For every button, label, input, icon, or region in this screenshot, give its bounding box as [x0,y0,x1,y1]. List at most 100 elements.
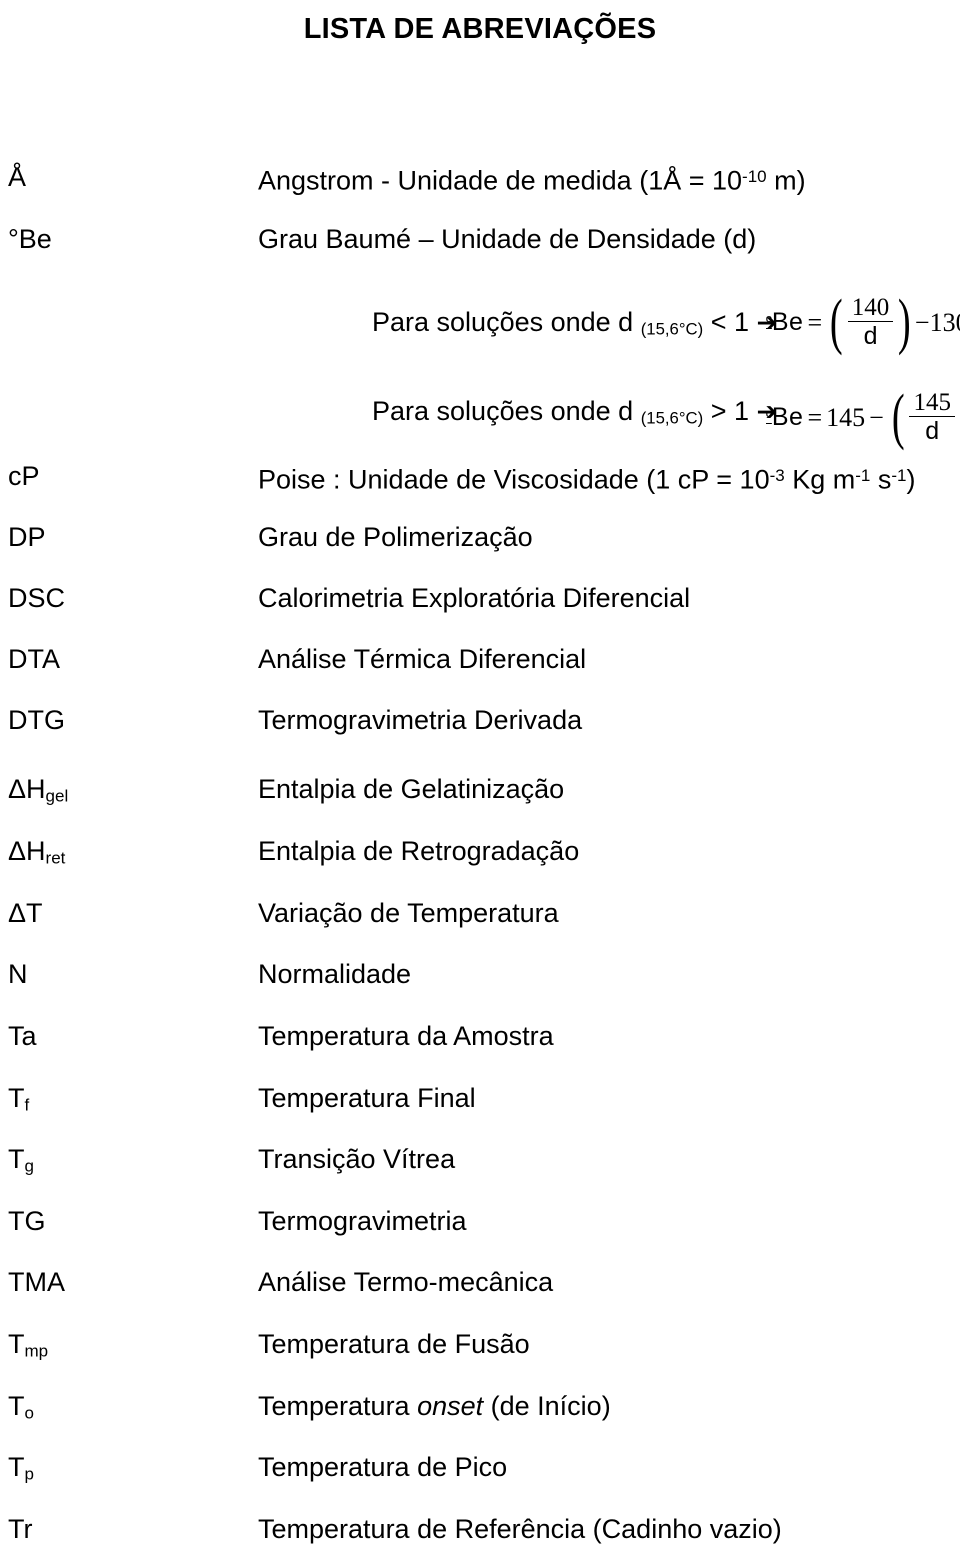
abbreviation-term: DTG [8,705,65,735]
fraction: 140 d [847,293,894,351]
term-base: ΔH [8,836,46,866]
term-base: T [8,1144,25,1174]
term-subscript: g [24,1156,34,1176]
definition-tail: m) [766,165,806,196]
term-subscript: p [24,1464,34,1484]
term-subscript: o [24,1403,34,1423]
abbreviation-term: Tf [8,1081,29,1123]
formula-lead: Para soluções onde d [372,396,641,426]
abbreviation-definition: Calorimetria Exploratória Diferencial [258,583,691,613]
abbreviation-definition: Normalidade [258,959,412,989]
formula-lead: Para soluções onde d [372,307,641,337]
abbreviation-definition: Temperatura de Fusão [258,1329,530,1359]
abbreviation-definition: Grau de Polimerização [258,522,533,552]
abbreviation-definition: Transição Vítrea [258,1144,456,1174]
formula-comparator: > 1 [703,396,757,426]
definition-italic-term: onset [417,1391,484,1421]
abbreviation-definition: Entalpia de Gelatinização [258,774,565,804]
abbreviation-row: N Normalidade [0,957,960,997]
abbreviation-term: °Be [8,224,52,254]
baume-formula-row: Para soluções onde d (15,6°C) < 1 ➔ º Be =… [0,291,960,383]
abbreviation-term: Tg [8,1142,34,1184]
abbreviation-row: TG Termogravimetria [0,1204,960,1244]
abbreviation-definition: Poise : Unidade de Viscosidade (1 cP = 1… [258,459,916,497]
abbreviation-definition: Temperatura de Referência (Cadinho vazio… [258,1514,782,1544]
open-paren: ( [830,288,843,356]
formula-constant: 130 [929,307,960,337]
abbreviation-row: Tp Temperatura de Pico [0,1450,960,1490]
abbreviation-row: To Temperatura onset (de Início) [0,1389,960,1429]
term-subscript: gel [45,786,69,806]
abbreviation-term: ΔHgel [8,772,68,814]
abbreviation-definition: Temperatura da Amostra [258,1021,554,1051]
definition-text: Poise : Unidade de Viscosidade (1 cP = 1… [258,464,770,495]
abbreviation-definition: Entalpia de Retrogradação [258,836,580,866]
abbreviation-row: TMA Análise Termo-mecânica [0,1265,960,1305]
abbreviation-term: Å [8,162,27,192]
term-base: T [8,1452,25,1482]
minus-operator: − [869,402,884,432]
abbreviation-term: DTA [8,644,60,674]
abbreviation-row: Ta Temperatura da Amostra [0,1019,960,1059]
term-subscript: f [24,1095,30,1115]
abbreviation-term: N [8,959,28,989]
document-page: LISTA DE ABREVIAÇÕES Å Angstrom - Unidad… [0,0,960,1557]
abbreviation-row: Tf Temperatura Final [0,1081,960,1121]
definition-suffix: (de Início) [483,1391,611,1421]
unit-kg-m: Kg m [784,464,856,495]
abbreviation-term: Tr [8,1514,33,1544]
abbreviation-term: To [8,1389,34,1431]
baume-symbol: Be [771,403,804,432]
minus-operator: − [914,307,930,337]
formula-subscript-condition: (15,6°C) [640,319,704,339]
fraction-numerator: 140 [851,293,890,321]
formula-condition-text: Para soluções onde d (15,6°C) < 1 ➔ [372,305,777,346]
close-paren: ) [898,288,911,356]
abbreviation-term: Tp [8,1450,34,1492]
term-base: T [8,1083,25,1113]
definition-prefix: Temperatura [258,1391,418,1421]
abbreviation-definition: Grau Baumé – Unidade de Densidade (d) [258,224,757,254]
closing-paren: ) [906,464,916,495]
abbreviation-row: Tg Transição Vítrea [0,1142,960,1182]
abbreviation-row: DTG Termogravimetria Derivada [0,703,960,743]
term-subscript: mp [24,1341,49,1361]
abbreviation-row: DP Grau de Polimerização [0,520,960,560]
equals-sign: = [807,307,823,337]
definition-text: Angstrom - Unidade de medida (1Å = 10 [258,165,743,196]
abbreviation-definition: Angstrom - Unidade de medida (1Å = 10-10… [258,160,806,198]
formula-condition-text: Para soluções onde d (15,6°C) > 1 ➔ [372,394,777,435]
fraction-numerator: 145 [913,388,951,416]
abbreviation-row: DSC Calorimetria Exploratória Diferencia… [0,581,960,621]
term-base: ΔH [8,774,46,804]
abbreviation-term: TMA [8,1267,65,1297]
abbreviation-definition: Temperatura de Pico [258,1452,508,1482]
abbreviation-term: DP [8,522,46,552]
abbreviation-definition: Temperatura Final [258,1083,476,1113]
abbreviation-row: Tmp Temperatura de Fusão [0,1327,960,1367]
abbreviation-row: DTA Análise Térmica Diferencial [0,642,960,682]
abbreviation-definition: Análise Térmica Diferencial [258,644,587,674]
abbreviation-row: ΔHgel Entalpia de Gelatinização [0,772,960,812]
abbreviation-row: Tr Temperatura de Referência (Cadinho va… [0,1512,960,1552]
equals-sign: = [807,402,823,432]
abbreviation-term: DSC [8,583,66,613]
formula-expression: ºBe=145−(145d) [766,383,960,451]
abbreviation-definition: Análise Termo-mecânica [258,1267,554,1297]
term-base: T [8,1391,25,1421]
abbreviation-term: cP [8,461,40,491]
formula-constant: 145 [826,402,866,432]
fraction-denominator: d [863,322,878,351]
exponent: -10 [742,167,767,186]
unit-s: s [870,464,892,495]
open-paren: ( [891,383,905,451]
exponent: -1 [855,466,871,485]
abbreviation-row: ΔT Variação de Temperatura [0,896,960,936]
abbreviation-definition: Termogravimetria Derivada [258,705,583,735]
abbreviation-row: Å Angstrom - Unidade de medida (1Å = 10-… [0,160,960,200]
abbreviation-definition: Variação de Temperatura [258,898,559,928]
abbreviation-term: ΔHret [8,834,65,876]
exponent: -3 [769,466,785,485]
term-base: T [8,1329,25,1359]
formula-expression: ºBe=(140d)−130 [766,288,960,356]
